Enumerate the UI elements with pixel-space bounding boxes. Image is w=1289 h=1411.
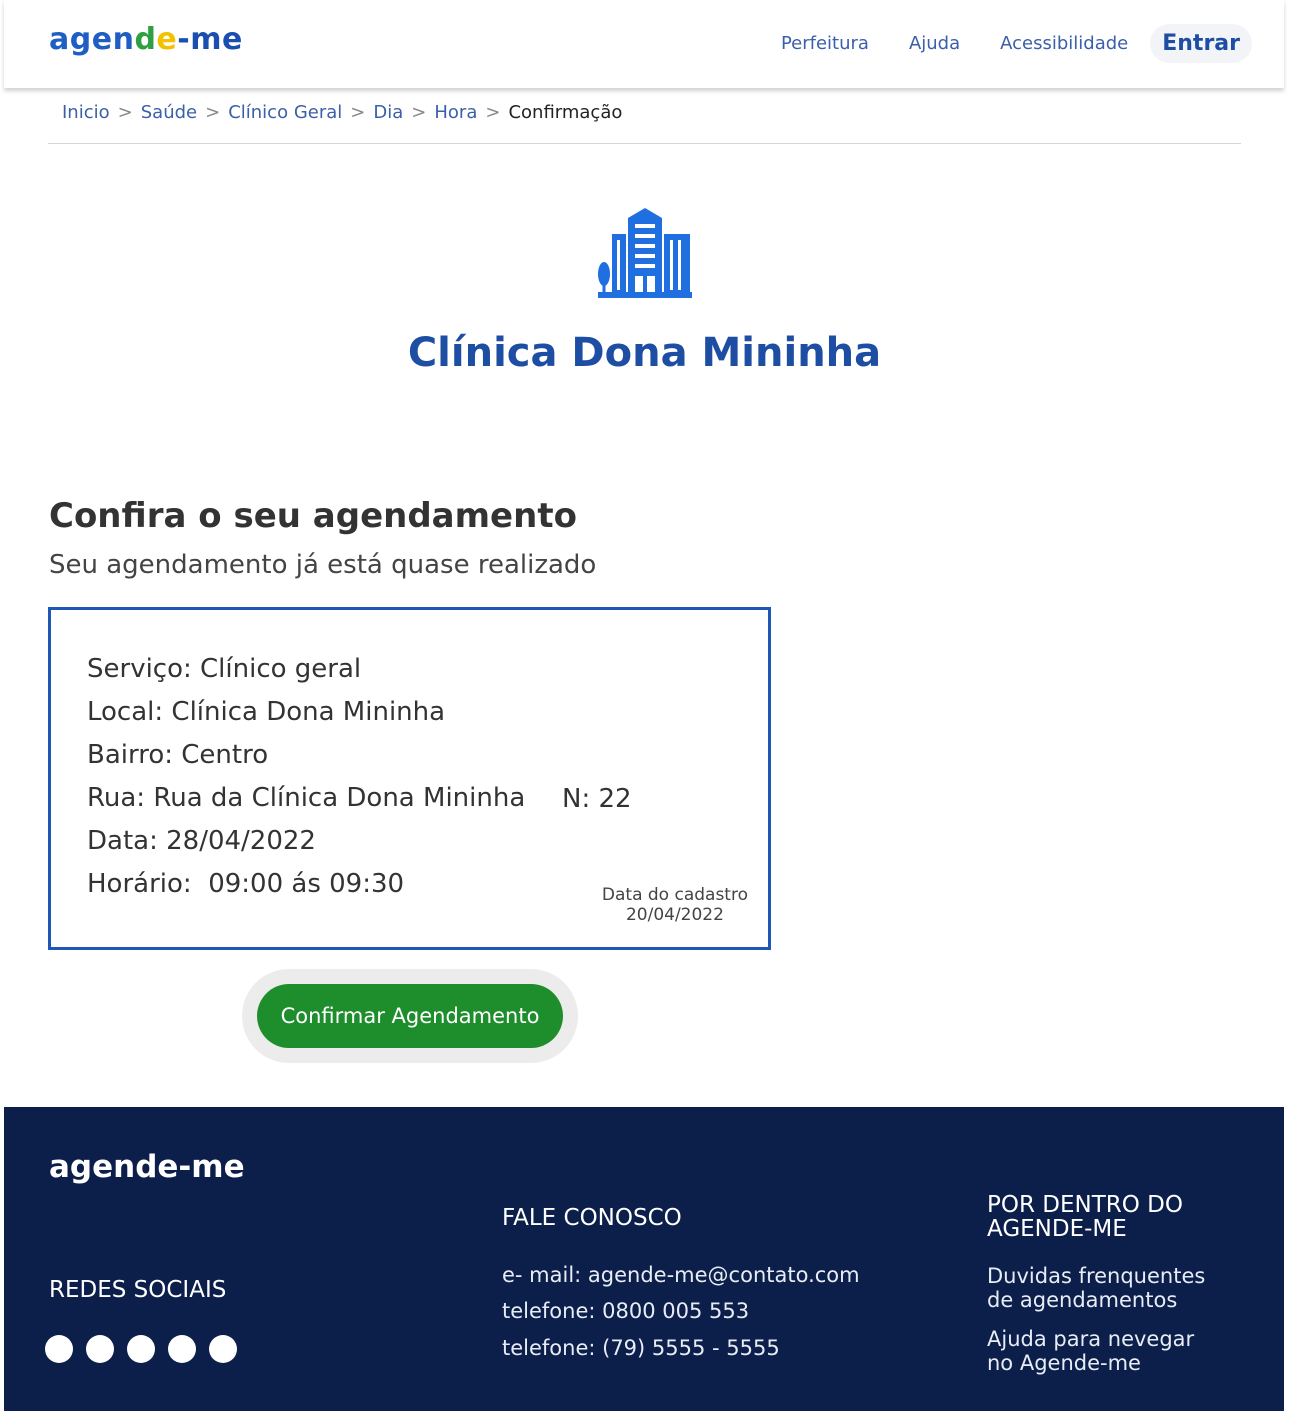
- page-title: Confira o seu agendamento: [49, 496, 577, 536]
- breadcrumb-separator: >: [350, 102, 366, 123]
- contact-phone[interactable]: telefone: (79) 5555 - 5555: [502, 1336, 780, 1360]
- social-icon[interactable]: [45, 1335, 73, 1363]
- social-icon[interactable]: [86, 1335, 114, 1363]
- top-nav: Perfeitura Ajuda Acessibilidade Entrar: [741, 24, 1252, 63]
- breadcrumb-separator: >: [411, 102, 427, 123]
- breadcrumb-item-saude[interactable]: Saúde: [141, 102, 197, 123]
- login-button[interactable]: Entrar: [1150, 24, 1252, 63]
- logo-part: agen: [49, 22, 135, 57]
- confirm-booking-button[interactable]: Confirmar Agendamento: [257, 984, 563, 1048]
- nav-link-ajuda[interactable]: Ajuda: [909, 33, 960, 54]
- logo-part: -me: [177, 22, 243, 57]
- registration-date-value: 20/04/2022: [625, 905, 724, 925]
- logo-part: e: [156, 22, 178, 57]
- divider: [48, 143, 1241, 144]
- social-icon[interactable]: [127, 1335, 155, 1363]
- social-title: REDES SOCIAIS: [49, 1277, 227, 1303]
- breadcrumb-item-inicio[interactable]: Inicio: [62, 102, 110, 123]
- footer-logo[interactable]: agende-me: [49, 1149, 245, 1185]
- clinic-name: Clínica Dona Mininha: [407, 330, 882, 376]
- booking-street-number: N: 22: [562, 784, 632, 814]
- nav-link-acessibilidade[interactable]: Acessibilidade: [1000, 33, 1128, 54]
- contact-phone[interactable]: telefone: 0800 005 553: [502, 1299, 749, 1323]
- breadcrumb-item-hora[interactable]: Hora: [434, 102, 477, 123]
- site-header: agende-me Perfeitura Ajuda Acessibilidad…: [4, 0, 1284, 88]
- breadcrumb-current: Confirmação: [508, 102, 623, 123]
- booking-service: Serviço: Clínico geral: [87, 654, 362, 684]
- booking-time: Horário: 09:00 ás 09:30: [87, 869, 405, 899]
- building-icon: [598, 208, 692, 298]
- registration-date-label: Data do cadastro: [601, 885, 748, 905]
- about-title: POR DENTRO DO AGENDE-ME: [987, 1192, 1183, 1242]
- booking-date: Data: 28/04/2022: [87, 826, 316, 856]
- contact-title: FALE CONOSCO: [502, 1205, 682, 1231]
- faq-link[interactable]: Duvidas frenquentes de agendamentos: [987, 1264, 1217, 1312]
- logo-part: d: [134, 22, 157, 57]
- registration-date: Data do cadastro 20/04/2022: [602, 885, 748, 925]
- social-icon[interactable]: [209, 1335, 237, 1363]
- nav-link-prefeitura[interactable]: Perfeitura: [781, 33, 869, 54]
- social-links: [45, 1335, 250, 1363]
- help-link[interactable]: Ajuda para nevegar no Agende-me: [987, 1327, 1217, 1375]
- page-subtitle: Seu agendamento já está quase realizado: [49, 550, 597, 580]
- breadcrumb-separator: >: [117, 102, 133, 123]
- booking-location: Local: Clínica Dona Mininha: [87, 697, 446, 727]
- site-footer: agende-me REDES SOCIAIS FALE CONOSCO e- …: [4, 1107, 1284, 1411]
- booking-street: Rua: Rua da Clínica Dona Mininha: [87, 783, 526, 813]
- contact-email[interactable]: e- mail: agende-me@contato.com: [502, 1263, 860, 1287]
- booking-neighborhood: Bairro: Centro: [87, 740, 269, 770]
- breadcrumb-separator: >: [485, 102, 501, 123]
- breadcrumb-item-dia[interactable]: Dia: [373, 102, 403, 123]
- site-logo[interactable]: agende-me: [49, 22, 243, 57]
- social-icon[interactable]: [168, 1335, 196, 1363]
- breadcrumb-item-clinico-geral[interactable]: Clínico Geral: [228, 102, 342, 123]
- booking-details-card: Serviço: Clínico geral Local: Clínica Do…: [48, 607, 771, 950]
- confirm-button-wrapper: Confirmar Agendamento: [242, 969, 578, 1063]
- breadcrumb-separator: >: [205, 102, 221, 123]
- breadcrumb: Inicio > Saúde > Clínico Geral > Dia > H…: [62, 102, 622, 123]
